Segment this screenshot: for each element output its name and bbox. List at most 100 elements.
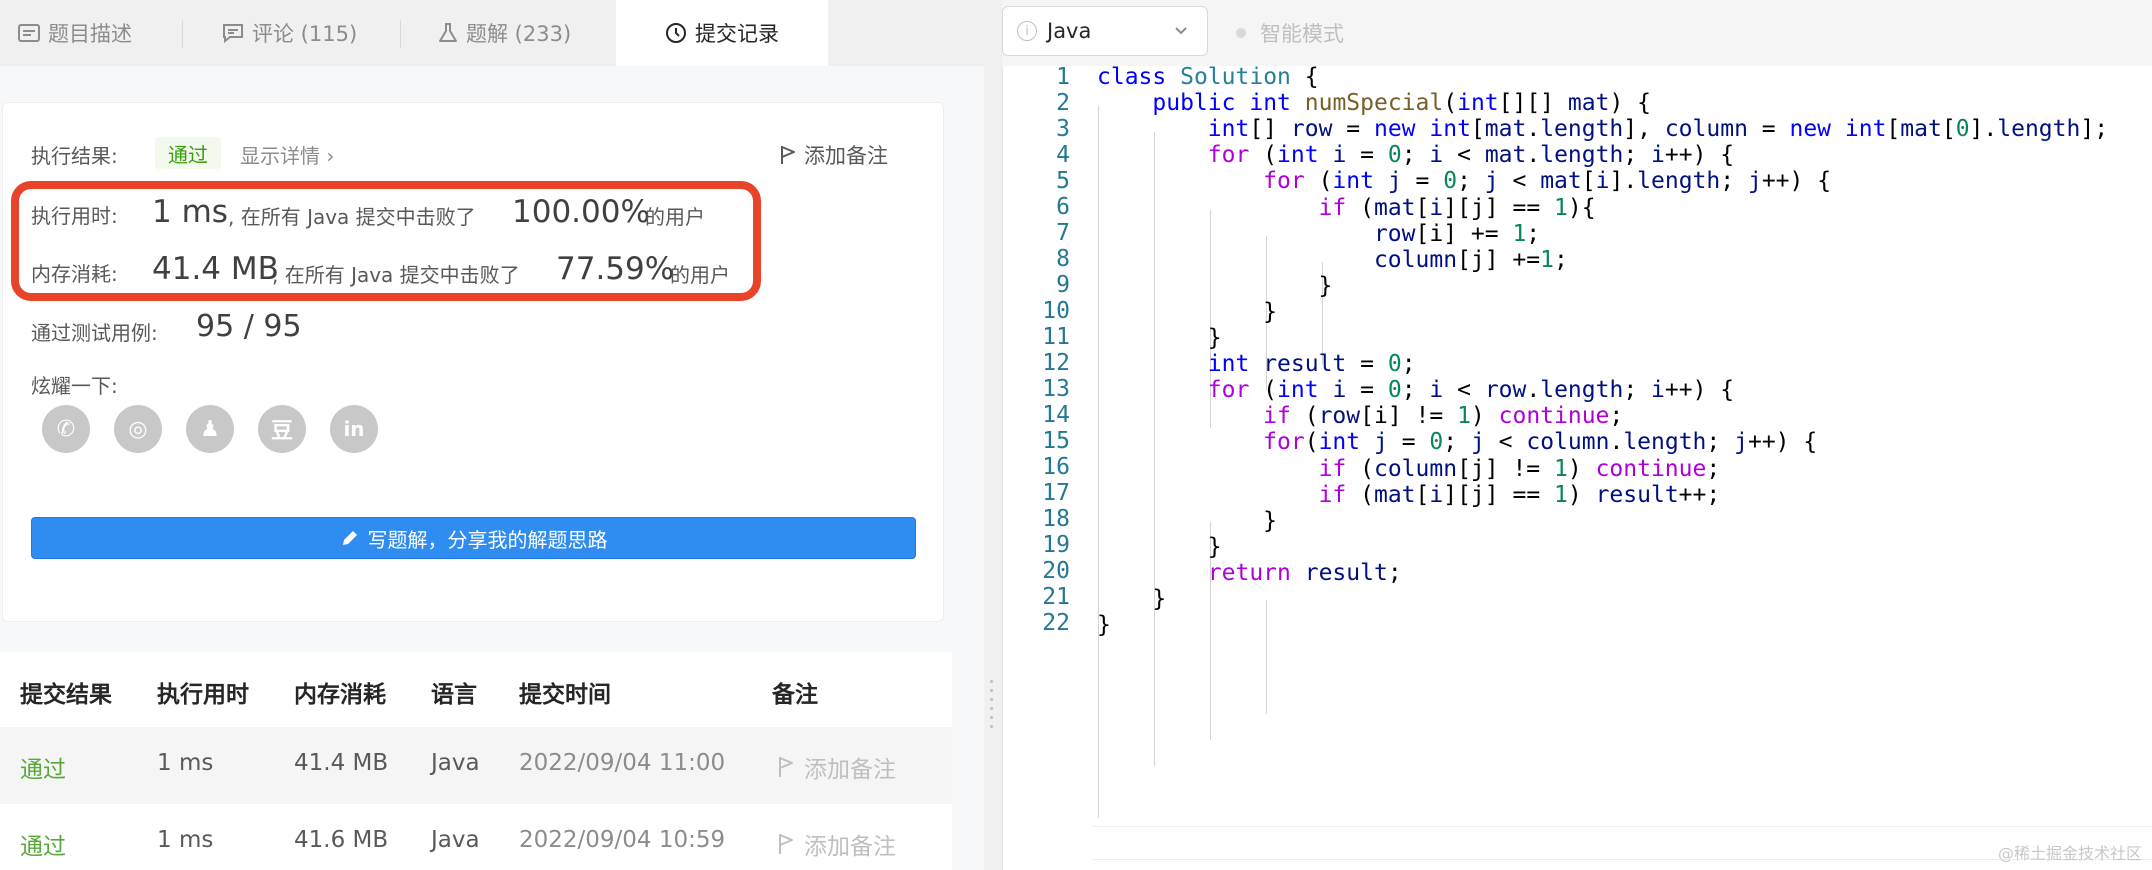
tab-bar: 题目描述 评论 (115) 题解 (233) 提交记录 bbox=[0, 0, 984, 66]
add-note-button[interactable]: 添加备注 bbox=[780, 140, 888, 170]
status-dot-icon bbox=[1236, 28, 1246, 38]
code-line[interactable]: for (int i = 0; i < row.length; i++) { bbox=[1097, 377, 1734, 403]
line-number: 4 bbox=[1056, 142, 1070, 168]
tab-submissions[interactable]: 提交记录 bbox=[616, 0, 828, 66]
linkedin-icon[interactable]: in bbox=[330, 405, 378, 453]
language-select[interactable]: i Java bbox=[1002, 6, 1208, 56]
memory-label: 内存消耗: bbox=[31, 262, 118, 286]
row-memory: 41.4 MB bbox=[294, 750, 389, 776]
line-number: 5 bbox=[1056, 168, 1070, 194]
row-language: Java bbox=[431, 827, 480, 853]
row-note-label: 添加备注 bbox=[804, 834, 896, 860]
flag-icon bbox=[779, 834, 793, 854]
code-line[interactable]: } bbox=[1097, 534, 1222, 560]
code-line[interactable]: for (int j = 0; j < mat[i].length; j++) … bbox=[1097, 168, 1831, 194]
row-add-note-button[interactable]: 添加备注 bbox=[778, 750, 896, 784]
memory-text: , 在所有 Java 提交中击败了 bbox=[272, 263, 520, 287]
code-line[interactable]: } bbox=[1097, 586, 1166, 612]
flag-icon bbox=[779, 757, 793, 777]
chevron-down-icon bbox=[1175, 27, 1187, 35]
tab-separator bbox=[182, 20, 183, 48]
line-number: 3 bbox=[1056, 116, 1070, 142]
line-number: 21 bbox=[1042, 584, 1070, 610]
line-number: 2 bbox=[1056, 90, 1070, 116]
flag-icon bbox=[781, 146, 795, 164]
tab-submissions-label: 提交记录 bbox=[695, 22, 779, 46]
line-number: 13 bbox=[1042, 376, 1070, 402]
tab-comments-label: 评论 (115) bbox=[252, 22, 358, 46]
code-line[interactable]: } bbox=[1097, 612, 1111, 638]
qq-icon[interactable]: ♟ bbox=[186, 405, 234, 453]
indent-guide bbox=[1266, 600, 1267, 714]
code-line[interactable]: } bbox=[1097, 273, 1333, 299]
row-note-label: 添加备注 bbox=[804, 757, 896, 783]
smart-mode-label: 智能模式 bbox=[1260, 22, 1344, 46]
testcases-label: 通过测试用例: bbox=[31, 321, 158, 345]
line-number: 19 bbox=[1042, 532, 1070, 558]
drag-handle-icon bbox=[990, 680, 994, 734]
line-number: 8 bbox=[1056, 246, 1070, 272]
line-number: 9 bbox=[1056, 272, 1070, 298]
runtime-suffix: 的用户 bbox=[645, 205, 705, 229]
flask-icon bbox=[438, 22, 458, 44]
runtime-percent: 100.00% bbox=[512, 194, 650, 230]
code-line[interactable]: class Solution { bbox=[1097, 64, 1319, 90]
line-number: 15 bbox=[1042, 428, 1070, 454]
code-line[interactable]: public int numSpecial(int[][] mat) { bbox=[1097, 90, 1651, 116]
weibo-icon[interactable]: ◎ bbox=[114, 405, 162, 453]
smart-mode-toggle[interactable]: 智能模式 bbox=[1236, 18, 1344, 48]
column-header: 提交时间 bbox=[519, 682, 611, 708]
code-line[interactable]: return result; bbox=[1097, 560, 1402, 586]
code-line[interactable]: int[] row = new int[mat.length], column … bbox=[1097, 116, 2108, 142]
pane-resize-handle[interactable] bbox=[984, 0, 1002, 870]
douban-icon[interactable]: 豆 bbox=[258, 405, 306, 453]
pencil-icon bbox=[342, 531, 357, 545]
add-note-label: 添加备注 bbox=[804, 144, 888, 168]
line-number: 22 bbox=[1042, 610, 1070, 636]
current-line-highlight bbox=[1092, 826, 2152, 860]
row-status[interactable]: 通过 bbox=[20, 827, 66, 861]
column-header: 备注 bbox=[772, 682, 818, 708]
code-line[interactable]: if (column[j] != 1) continue; bbox=[1097, 456, 1721, 482]
table-row[interactable]: 通过 1 ms 41.4 MB Java 2022/09/04 11:00 添加… bbox=[0, 727, 952, 804]
line-number: 18 bbox=[1042, 506, 1070, 532]
row-add-note-button[interactable]: 添加备注 bbox=[778, 827, 896, 861]
code-line[interactable]: if (mat[i][j] == 1) result++; bbox=[1097, 482, 1721, 508]
code-line[interactable]: if (row[i] != 1) continue; bbox=[1097, 403, 1623, 429]
memory-percent: 77.59% bbox=[556, 251, 675, 287]
line-number: 20 bbox=[1042, 558, 1070, 584]
code-line[interactable]: for(int j = 0; j < column.length; j++) { bbox=[1097, 429, 1817, 455]
line-number: 7 bbox=[1056, 220, 1070, 246]
tab-solutions[interactable]: 题解 (233) bbox=[438, 0, 571, 66]
table-row[interactable]: 通过 1 ms 41.6 MB Java 2022/09/04 10:59 添加… bbox=[0, 804, 952, 870]
row-status[interactable]: 通过 bbox=[20, 750, 66, 784]
code-line[interactable]: } bbox=[1097, 508, 1277, 534]
code-line[interactable]: row[i] += 1; bbox=[1097, 221, 1540, 247]
line-number: 12 bbox=[1042, 350, 1070, 376]
tab-description[interactable]: 题目描述 bbox=[18, 0, 132, 66]
write-solution-label: 写题解，分享我的解题思路 bbox=[367, 527, 608, 552]
code-line[interactable]: int result = 0; bbox=[1097, 351, 1416, 377]
line-number: 1 bbox=[1056, 64, 1070, 90]
code-line[interactable]: } bbox=[1097, 299, 1277, 325]
share-label: 炫耀一下: bbox=[31, 374, 118, 398]
line-number: 16 bbox=[1042, 454, 1070, 480]
row-memory: 41.6 MB bbox=[294, 827, 389, 853]
write-solution-button[interactable]: 写题解，分享我的解题思路 bbox=[31, 517, 916, 559]
code-line[interactable]: if (mat[i][j] == 1){ bbox=[1097, 195, 1596, 221]
language-select-value: Java bbox=[1047, 19, 1092, 43]
line-number: 6 bbox=[1056, 194, 1070, 220]
column-header: 执行用时 bbox=[157, 682, 249, 708]
code-line[interactable]: } bbox=[1097, 325, 1222, 351]
result-label: 执行结果: bbox=[31, 144, 118, 168]
show-details-link[interactable]: 显示详情 › bbox=[240, 140, 334, 169]
code-line[interactable]: for (int i = 0; i < mat.length; i++) { bbox=[1097, 142, 1734, 168]
line-number: 11 bbox=[1042, 324, 1070, 350]
row-submitted-time: 2022/09/04 10:59 bbox=[519, 827, 726, 853]
code-line[interactable]: column[j] +=1; bbox=[1097, 247, 1568, 273]
wechat-icon[interactable]: ✆ bbox=[42, 405, 90, 453]
memory-value: 41.4 MB bbox=[152, 251, 279, 287]
tab-solutions-label: 题解 (233) bbox=[466, 22, 572, 46]
memory-suffix: 的用户 bbox=[670, 263, 730, 287]
tab-comments[interactable]: 评论 (115) bbox=[222, 0, 357, 66]
